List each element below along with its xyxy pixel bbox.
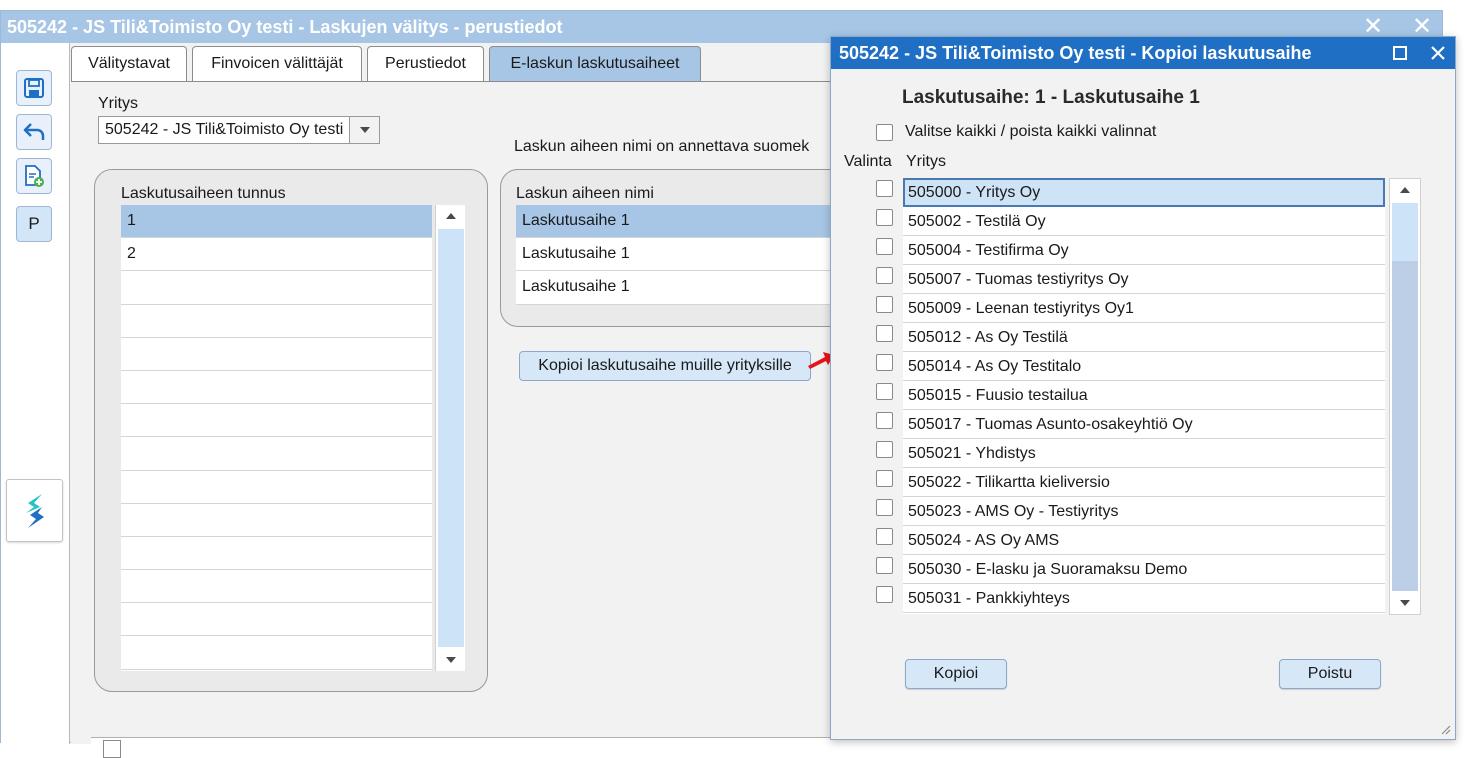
table-row-empty[interactable] [121, 471, 432, 504]
table-row[interactable]: 1 [121, 205, 432, 239]
scroll-up-icon[interactable] [1390, 179, 1420, 201]
dropdown-arrow-icon[interactable] [349, 117, 379, 143]
table-row[interactable]: Laskutusaihe 1 [516, 205, 861, 239]
name-list-header: Laskun aiheen nimi [516, 185, 654, 202]
table-row[interactable]: Laskutusaihe 1 [516, 271, 861, 305]
save-icon [24, 78, 44, 98]
dialog-title: 505242 - JS Tili&Toimisto Oy testi - Kop… [831, 37, 1455, 69]
table-row-empty[interactable] [121, 404, 432, 438]
company-checkbox[interactable] [876, 267, 893, 284]
copy-dialog: 505242 - JS Tili&Toimisto Oy testi - Kop… [830, 36, 1456, 740]
tab-valitystavat[interactable]: Välitystavat [71, 46, 187, 82]
company-checkbox[interactable] [876, 441, 893, 458]
scroll-down-icon[interactable] [1390, 592, 1420, 614]
tab-perustiedot[interactable]: Perustiedot [367, 46, 484, 82]
company-list: 505000 - Yritys Oy 505002 - Testilä Oy 5… [903, 178, 1385, 614]
list-item[interactable]: 505024 - AS Oy AMS [903, 526, 1385, 555]
list-item[interactable]: 505012 - As Oy Testilä [903, 323, 1385, 352]
company-checkbox[interactable] [876, 383, 893, 400]
list-item[interactable]: 505022 - Tilikartta kieliversio [903, 468, 1385, 497]
table-row-empty[interactable] [121, 271, 432, 305]
copy-to-companies-button[interactable]: Kopioi laskutusaihe muille yrityksille [519, 351, 811, 381]
resize-grip-icon[interactable] [1439, 723, 1451, 735]
list-item[interactable]: 505004 - Testifirma Oy [903, 236, 1385, 265]
company-checkbox[interactable] [876, 296, 893, 313]
scroll-down-icon[interactable] [436, 649, 465, 671]
list-item[interactable]: 505023 - AMS Oy - Testiyritys [903, 497, 1385, 526]
info-text: Laskun aiheen nimi on annettava suomek [514, 138, 810, 155]
table-row[interactable]: 2 [121, 238, 432, 272]
list-item[interactable]: 505000 - Yritys Oy [903, 178, 1385, 207]
company-checkbox[interactable] [876, 412, 893, 429]
id-list-header: Laskutusaiheen tunnus [121, 185, 286, 202]
table-row-empty[interactable] [121, 603, 432, 637]
list-item[interactable]: 505017 - Tuomas Asunto-osakeyhtiö Oy [903, 410, 1385, 439]
table-row-empty[interactable] [121, 305, 432, 338]
p-button[interactable]: P [16, 206, 52, 242]
company-list-scrollbar[interactable] [1389, 178, 1421, 615]
table-row-empty[interactable] [121, 437, 432, 471]
table-row-empty[interactable] [121, 371, 432, 405]
column-header-valinta: Valinta [844, 153, 892, 170]
company-label: Yritys [98, 95, 138, 112]
list-item[interactable]: 505002 - Testilä Oy [903, 207, 1385, 236]
id-list-group: Laskutusaiheen tunnus 1 2 [94, 169, 488, 692]
id-list-table: 1 2 [121, 205, 432, 671]
tab-e-laskun-laskutusaiheet[interactable]: E-laskun laskutusaiheet [489, 46, 701, 82]
company-checkbox[interactable] [876, 354, 893, 371]
tab-finvoicen-valittajat[interactable]: Finvoicen välittäjät [192, 46, 362, 82]
dialog-close-icon[interactable] [1423, 37, 1453, 69]
company-select-value: 505242 - JS Tili&Toimisto Oy testi [105, 121, 344, 138]
save-button[interactable] [16, 70, 52, 106]
undo-arrow-icon [23, 123, 45, 140]
name-list-table: Laskutusaihe 1 Laskutusaihe 1 Laskutusai… [516, 205, 861, 305]
exit-button[interactable]: Poistu [1279, 659, 1381, 689]
table-row-empty[interactable] [121, 537, 432, 571]
company-checkbox[interactable] [876, 470, 893, 487]
select-all-label: Valitse kaikki / poista kaikki valinnat [905, 123, 1157, 140]
list-item[interactable]: 505007 - Tuomas testiyritys Oy [903, 265, 1385, 294]
id-list-scrollbar[interactable] [435, 205, 465, 671]
dialog-heading: Laskutusaihe: 1 - Laskutusaihe 1 [902, 87, 1200, 108]
column-header-yritys: Yritys [906, 153, 946, 170]
side-toolbar: P [1, 43, 70, 744]
name-list-group: Laskun aiheen nimi Laskutusaihe 1 Laskut… [500, 169, 861, 327]
company-checkbox[interactable] [876, 325, 893, 342]
scroll-up-icon[interactable] [436, 205, 465, 227]
list-item[interactable]: 505014 - As Oy Testitalo [903, 352, 1385, 381]
maximize-icon[interactable] [1385, 37, 1415, 69]
company-select[interactable]: 505242 - JS Tili&Toimisto Oy testi [98, 116, 380, 144]
company-checkbox[interactable] [876, 180, 893, 197]
new-document-icon [25, 165, 44, 187]
company-checkbox[interactable] [876, 586, 893, 603]
table-row[interactable]: Laskutusaihe 1 [516, 238, 861, 272]
company-checkbox[interactable] [876, 209, 893, 226]
company-checkbox[interactable] [876, 528, 893, 545]
company-list-scroll-track[interactable] [1392, 261, 1418, 591]
company-list-scroll-thumb[interactable] [1392, 203, 1418, 261]
list-item[interactable]: 505031 - Pankkiyhteys [903, 584, 1385, 613]
list-item[interactable]: 505015 - Fuusio testailua [903, 381, 1385, 410]
company-checkbox[interactable] [876, 238, 893, 255]
id-list-scroll-thumb[interactable] [438, 229, 464, 647]
company-checkbox[interactable] [876, 557, 893, 574]
list-item[interactable]: 505021 - Yhdistys [903, 439, 1385, 468]
company-checkbox[interactable] [876, 499, 893, 516]
copy-button[interactable]: Kopioi [905, 659, 1007, 689]
new-document-button[interactable] [16, 158, 52, 194]
table-row-empty[interactable] [121, 504, 432, 537]
logo-icon [25, 493, 44, 528]
list-item[interactable]: 505009 - Leenan testiyritys Oy1 [903, 294, 1385, 323]
table-row-empty[interactable] [121, 636, 432, 670]
select-all-checkbox[interactable] [876, 124, 893, 141]
table-row-empty[interactable] [121, 338, 432, 371]
back-button[interactable] [16, 114, 52, 150]
table-row-empty[interactable] [121, 570, 432, 604]
app-logo[interactable] [6, 479, 63, 542]
list-item[interactable]: 505030 - E-lasku ja Suoramaksu Demo [903, 555, 1385, 584]
